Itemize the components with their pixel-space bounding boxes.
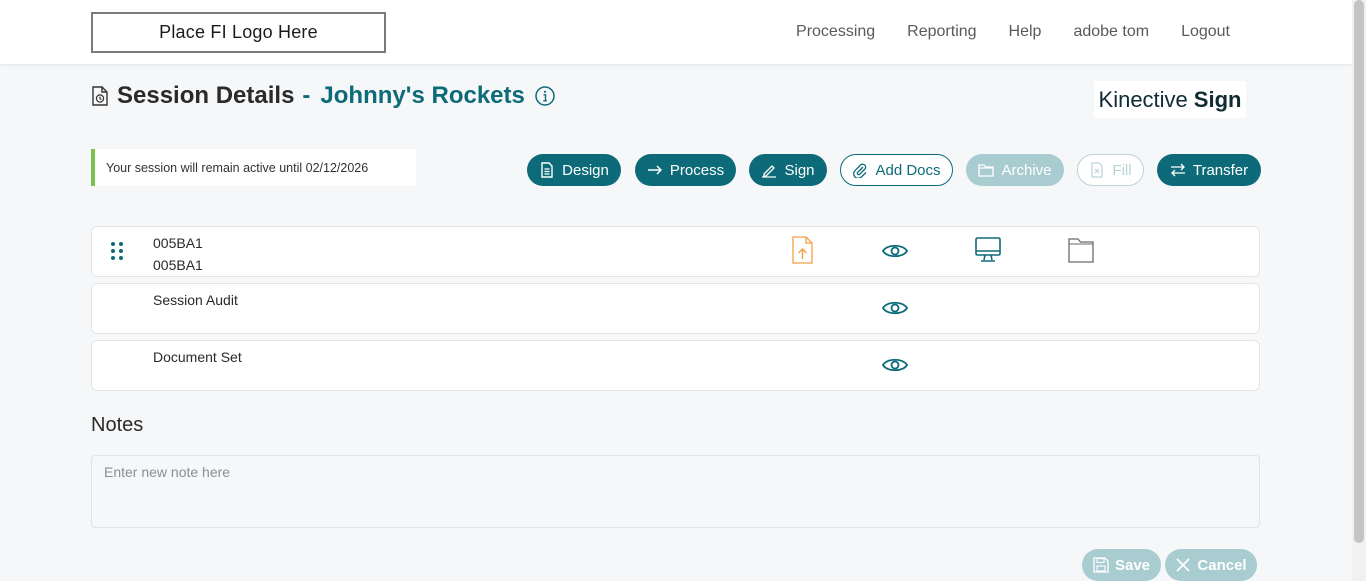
brand-bold: Sign: [1193, 86, 1242, 112]
close-icon: [1176, 558, 1191, 572]
add-docs-button[interactable]: Add Docs: [840, 154, 953, 186]
notes-heading: Notes: [91, 414, 144, 436]
scrollbar-thumb[interactable]: [1354, 0, 1364, 543]
save-icon: [1093, 557, 1109, 573]
document-icon: [541, 162, 553, 178]
save-label: Save: [1114, 556, 1151, 574]
design-label: Design: [562, 161, 609, 179]
transfer-label: Transfer: [1192, 161, 1249, 179]
new-note-input[interactable]: [91, 455, 1260, 528]
document-row[interactable]: Session Audit: [91, 283, 1260, 334]
archive-label: Archive: [1001, 161, 1052, 179]
session-active-notice: Your session will remain active until 02…: [91, 149, 416, 186]
nav-logout[interactable]: Logout: [1181, 23, 1230, 41]
main-nav: Processing Reporting Help adobe tom Logo…: [796, 0, 1230, 64]
fi-logo-placeholder[interactable]: Place FI Logo Here: [91, 12, 386, 53]
notice-text: Your session will remain active until 02…: [106, 160, 369, 175]
file-x-icon: [1091, 162, 1104, 178]
folder-icon: [978, 164, 995, 177]
cancel-label: Cancel: [1197, 556, 1247, 574]
document-row[interactable]: 005BA1 005BA1: [91, 226, 1260, 277]
document-name: 005BA1: [153, 235, 203, 251]
arrow-right-icon: [647, 165, 662, 175]
title-separator: -: [302, 82, 311, 109]
eye-icon[interactable]: [881, 294, 909, 322]
document-history-icon: [92, 86, 108, 106]
fill-button[interactable]: Fill: [1077, 154, 1144, 186]
document-subname: 005BA1: [153, 257, 203, 273]
add-docs-label: Add Docs: [875, 161, 941, 179]
fill-label: Fill: [1112, 161, 1132, 179]
session-name: Johnny's Rockets: [320, 82, 525, 109]
cancel-button[interactable]: Cancel: [1165, 549, 1257, 581]
monitor-icon[interactable]: [974, 236, 1002, 264]
save-button[interactable]: Save: [1082, 549, 1161, 581]
process-label: Process: [669, 161, 725, 179]
top-header: Place FI Logo Here Processing Reporting …: [0, 0, 1352, 64]
transfer-button[interactable]: Transfer: [1157, 154, 1261, 186]
folder-icon[interactable]: [1067, 236, 1095, 264]
page-scrollbar[interactable]: [1352, 0, 1366, 581]
nav-help[interactable]: Help: [1009, 23, 1042, 41]
nav-processing[interactable]: Processing: [796, 23, 875, 41]
drag-handle-icon[interactable]: [110, 241, 124, 261]
document-name: Document Set: [153, 349, 242, 365]
eye-icon[interactable]: [881, 351, 909, 379]
process-button[interactable]: Process: [635, 154, 736, 186]
eye-icon[interactable]: [881, 237, 909, 265]
document-name: Session Audit: [153, 292, 238, 308]
page-title: Session Details: [117, 82, 295, 109]
info-icon[interactable]: [535, 86, 555, 106]
sign-label: Sign: [784, 161, 815, 179]
kinective-sign-logo: Kinective Sign: [1094, 81, 1246, 118]
document-row[interactable]: Document Set: [91, 340, 1260, 391]
transfer-arrows-icon: [1170, 163, 1185, 177]
signature-pen-icon: [762, 165, 777, 178]
archive-button[interactable]: Archive: [966, 154, 1064, 186]
brand-light: Kinective: [1098, 86, 1188, 112]
sign-button[interactable]: Sign: [749, 154, 827, 186]
paperclip-icon: [853, 163, 867, 178]
nav-user-menu[interactable]: adobe tom: [1073, 23, 1149, 41]
nav-reporting[interactable]: Reporting: [907, 23, 976, 41]
page-title-row: Session Details - Johnny's Rockets: [91, 82, 555, 110]
file-upload-icon[interactable]: [788, 236, 816, 264]
design-button[interactable]: Design: [527, 154, 621, 186]
